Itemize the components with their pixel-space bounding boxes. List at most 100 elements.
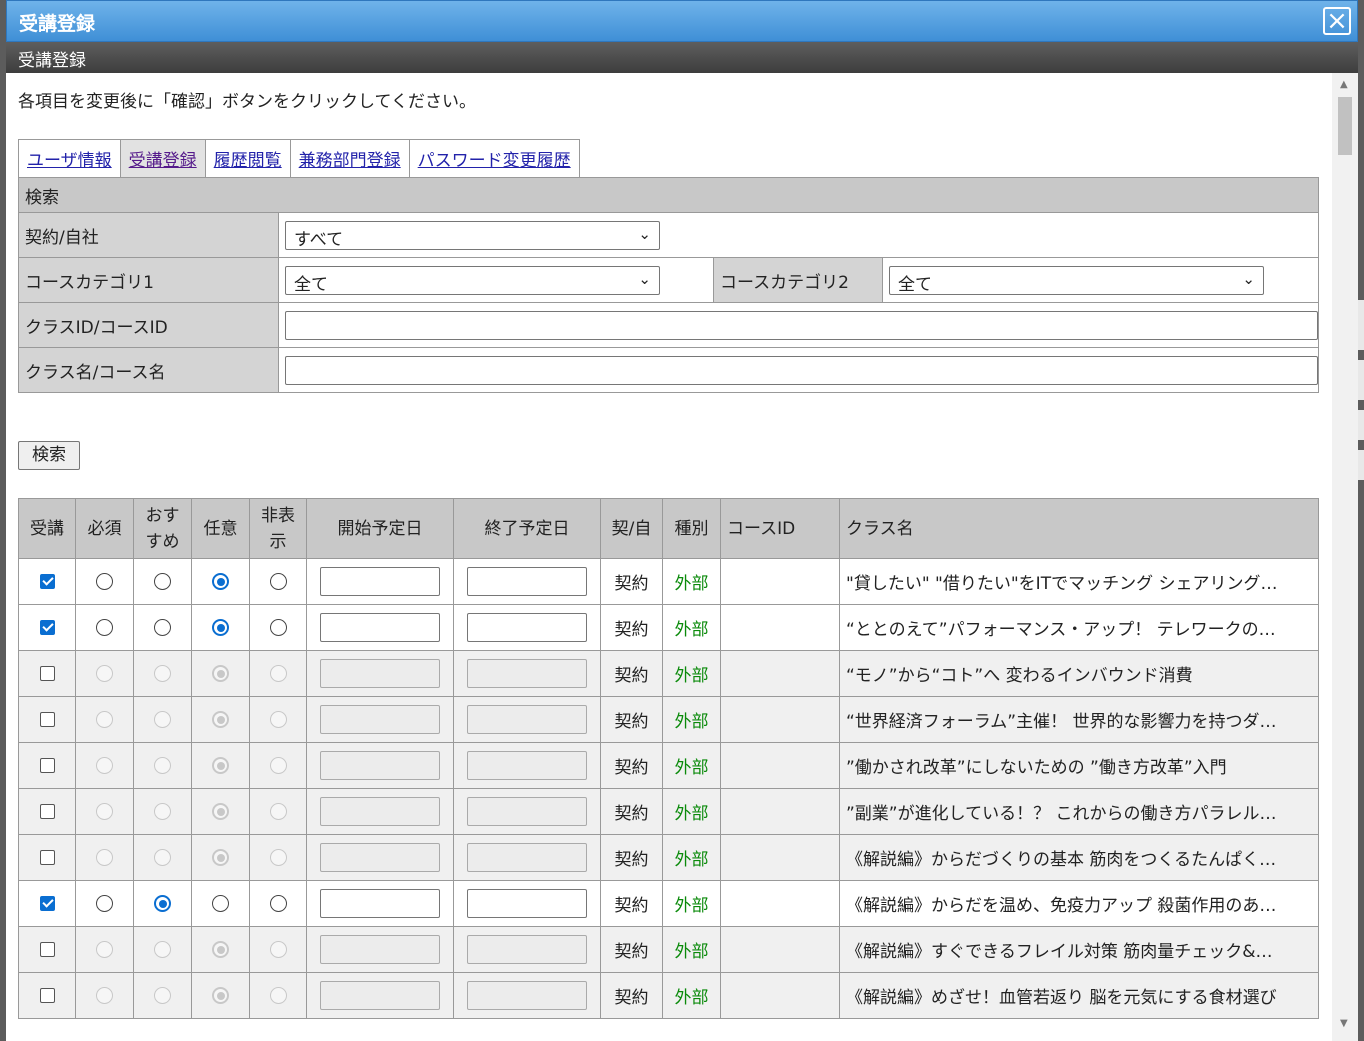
enroll-checkbox[interactable] xyxy=(39,758,55,773)
optional-radio[interactable] xyxy=(212,619,229,636)
scroll-down-icon[interactable]: ▼ xyxy=(1340,1018,1348,1029)
hidden-radio[interactable] xyxy=(269,619,287,636)
class-name-label: クラス名/コース名 xyxy=(18,347,279,393)
optional-radio xyxy=(212,711,229,728)
course-id-cell xyxy=(720,788,840,835)
tab-user-info[interactable]: ユーザ情報 xyxy=(18,139,121,178)
required-cell xyxy=(75,972,134,1019)
enroll-checkbox[interactable] xyxy=(39,942,55,957)
end-date-input xyxy=(467,843,587,872)
hidden-cell xyxy=(249,788,307,835)
recommended-radio[interactable] xyxy=(154,895,171,912)
end-date-input[interactable] xyxy=(467,567,587,596)
recommended-radio[interactable] xyxy=(154,619,171,636)
category2-select[interactable]: 全て ⌄ xyxy=(889,265,1264,295)
enroll-checkbox[interactable] xyxy=(39,804,55,819)
enroll-checkbox[interactable] xyxy=(39,896,55,911)
recommended-radio xyxy=(154,757,171,774)
tab-enrollment[interactable]: 受講登録 xyxy=(119,139,206,178)
end-date-cell xyxy=(453,834,601,881)
class-name-input[interactable] xyxy=(285,355,1318,385)
end-date-input[interactable] xyxy=(467,613,587,642)
dialog-subheader: 受講登録 xyxy=(6,42,1358,73)
contract-type-cell: 契約 xyxy=(600,880,663,927)
required-radio xyxy=(96,941,113,958)
start-date-cell xyxy=(306,742,454,789)
kind-cell: 外部 xyxy=(662,696,721,743)
class-name-cell: 《解説編》からだづくりの基本 筋肉をつくるたんぱく… xyxy=(839,834,1319,881)
hidden-radio xyxy=(269,803,287,820)
enroll-checkbox[interactable] xyxy=(39,574,55,589)
tab-concurrent-dept[interactable]: 兼務部門登録 xyxy=(289,139,410,178)
recommended-radio[interactable] xyxy=(154,573,171,590)
required-radio[interactable] xyxy=(96,619,113,636)
required-radio xyxy=(96,849,113,866)
hidden-radio xyxy=(269,941,287,958)
enroll-cell xyxy=(18,742,76,789)
enroll-cell xyxy=(18,650,76,697)
class-id-input[interactable] xyxy=(285,310,1318,340)
enroll-cell xyxy=(18,604,76,651)
kind-cell: 外部 xyxy=(662,742,721,789)
enroll-checkbox[interactable] xyxy=(39,666,55,681)
recommended-radio xyxy=(154,711,171,728)
enroll-cell xyxy=(18,926,76,973)
end-date-cell xyxy=(453,880,601,927)
required-cell xyxy=(75,834,134,881)
hidden-cell xyxy=(249,834,307,881)
close-button[interactable]: × xyxy=(1323,7,1351,35)
course-list-table: 受講 必須 おす すめ 任意 非表示 開始予定日 終了予定日 契/自 種別 コース… xyxy=(18,498,1319,1019)
class-name-cell: “ととのえて”パフォーマンス・アップ！ テレワークの… xyxy=(839,604,1319,651)
hidden-radio xyxy=(269,987,287,1004)
required-radio xyxy=(96,665,113,682)
start-date-input[interactable] xyxy=(320,613,440,642)
enroll-checkbox[interactable] xyxy=(39,850,55,865)
optional-radio xyxy=(212,849,229,866)
vertical-scrollbar[interactable]: ▲ ▼ xyxy=(1332,73,1358,1041)
start-date-input[interactable] xyxy=(320,889,440,918)
end-date-cell xyxy=(453,788,601,835)
tab-password-history[interactable]: パスワード変更履歴 xyxy=(408,139,580,178)
recommended-radio xyxy=(154,849,171,866)
optional-radio[interactable] xyxy=(212,573,229,590)
table-row: 契約 外部 《解説編》すぐできるフレイル対策 筋肉量チェック&… xyxy=(18,926,1319,973)
hidden-cell xyxy=(249,558,307,605)
table-row: 契約 外部 “ととのえて”パフォーマンス・アップ！ テレワークの… xyxy=(18,604,1319,651)
table-row: 契約 外部 《解説編》めざせ！血管若返り 脳を元気にする食材選び xyxy=(18,972,1319,1019)
required-radio[interactable] xyxy=(96,895,113,912)
search-button[interactable]: 検索 xyxy=(18,441,80,470)
optional-cell xyxy=(191,972,250,1019)
end-date-cell xyxy=(453,604,601,651)
col-header-course-id: コースID xyxy=(720,498,840,559)
end-date-input xyxy=(467,659,587,688)
start-date-input[interactable] xyxy=(320,567,440,596)
scroll-up-icon[interactable]: ▲ xyxy=(1340,79,1348,90)
optional-radio[interactable] xyxy=(212,895,229,912)
enroll-checkbox[interactable] xyxy=(39,620,55,635)
end-date-input[interactable] xyxy=(467,889,587,918)
course-id-cell xyxy=(720,926,840,973)
recommended-cell xyxy=(133,604,192,651)
enroll-checkbox[interactable] xyxy=(39,988,55,1003)
tab-history[interactable]: 履歴閲覧 xyxy=(204,139,291,178)
required-radio[interactable] xyxy=(96,573,113,590)
search-header: 検索 xyxy=(18,177,1319,213)
course-id-cell xyxy=(720,880,840,927)
enroll-cell xyxy=(18,788,76,835)
chevron-down-icon: ⌄ xyxy=(1242,269,1255,288)
category1-label: コースカテゴリ1 xyxy=(18,257,279,303)
category2-cell: 全て ⌄ xyxy=(882,257,1319,303)
category1-select[interactable]: 全て ⌄ xyxy=(285,265,660,295)
contract-select[interactable]: すべて ⌄ xyxy=(285,220,660,250)
scrollbar-thumb[interactable] xyxy=(1338,97,1352,155)
enroll-cell xyxy=(18,696,76,743)
hidden-radio xyxy=(269,849,287,866)
class-name-cell: “世界経済フォーラム”主催！ 世界的な影響力を持つダ… xyxy=(839,696,1319,743)
enroll-cell xyxy=(18,880,76,927)
enroll-checkbox[interactable] xyxy=(39,712,55,727)
hidden-radio[interactable] xyxy=(269,895,287,912)
hidden-radio[interactable] xyxy=(269,573,287,590)
contract-type-cell: 契約 xyxy=(600,650,663,697)
recommended-radio xyxy=(154,987,171,1004)
kind-cell: 外部 xyxy=(662,972,721,1019)
